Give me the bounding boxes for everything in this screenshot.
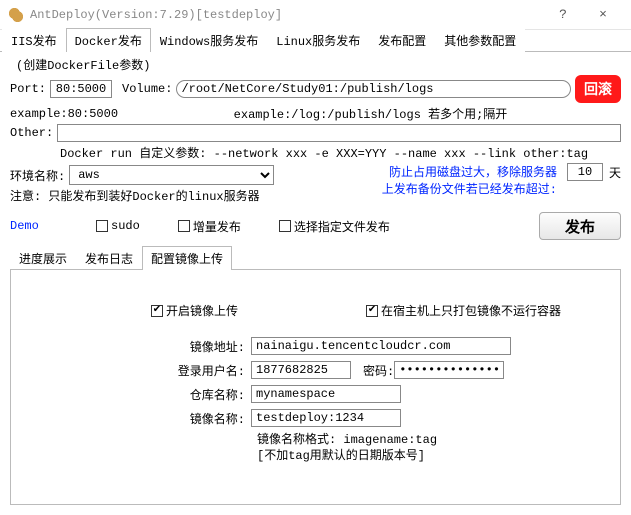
env-note: 注意: 只能发布到装好Docker的linux服务器	[10, 187, 260, 204]
subtab-progress[interactable]: 进度展示	[10, 246, 76, 270]
tab-winservice[interactable]: Windows服务发布	[151, 28, 267, 52]
titlebar: AntDeploy(Version:7.29)[testdeploy] ? ×	[0, 0, 631, 30]
other-hint: Docker run 自定义参数: --network xxx -e XXX=Y…	[60, 144, 588, 161]
repo-input[interactable]	[251, 385, 401, 403]
env-label: 环境名称:	[10, 167, 65, 184]
close-button[interactable]: ×	[583, 7, 623, 22]
sudo-checkbox[interactable]: sudo	[96, 219, 140, 233]
volume-label: Volume:	[122, 82, 172, 96]
checkbox-icon	[178, 220, 190, 232]
mirror-panel: ✔ 开启镜像上传 ✔ 在宿主机上只打包镜像不运行容器 镜像地址: 登录用户名: …	[10, 270, 621, 505]
days-input[interactable]	[567, 163, 603, 181]
incremental-label: 增量发布	[193, 218, 241, 235]
app-icon	[8, 7, 24, 23]
tab-docker[interactable]: Docker发布	[66, 28, 151, 52]
checkbox-checked-icon: ✔	[151, 305, 163, 317]
incremental-checkbox[interactable]: 增量发布	[178, 218, 241, 235]
user-input[interactable]	[251, 361, 351, 379]
repo-label: 仓库名称:	[31, 386, 251, 403]
packonly-checkbox[interactable]: ✔ 在宿主机上只打包镜像不运行容器	[366, 302, 561, 319]
image-hint-1: 镜像名称格式: imagename:tag	[257, 433, 600, 449]
image-hint-2: [不加tag用默认的日期版本号]	[257, 449, 600, 465]
subtab-log[interactable]: 发布日志	[76, 246, 142, 270]
disk-note-1: 防止占用磁盘过大，移除服务器	[382, 163, 557, 180]
subtab-mirror[interactable]: 配置镜像上传	[142, 246, 232, 270]
days-unit: 天	[609, 164, 621, 181]
sub-tabs: 进度展示 发布日志 配置镜像上传	[10, 248, 621, 270]
rollback-button[interactable]: 回滚	[575, 75, 621, 103]
enable-mirror-label: 开启镜像上传	[166, 302, 238, 319]
addr-label: 镜像地址:	[31, 338, 251, 355]
volume-input[interactable]	[176, 80, 571, 98]
publish-button[interactable]: 发布	[539, 212, 621, 240]
tab-otherconfig[interactable]: 其他参数配置	[435, 28, 525, 52]
env-select[interactable]: aws	[69, 165, 274, 185]
port-label: Port:	[10, 82, 46, 96]
sudo-label: sudo	[111, 219, 140, 233]
pw-label: 密码:	[363, 362, 394, 379]
pw-input[interactable]	[394, 361, 504, 379]
tab-iis[interactable]: IIS发布	[2, 28, 66, 52]
selectfiles-label: 选择指定文件发布	[294, 218, 390, 235]
checkbox-checked-icon: ✔	[366, 305, 378, 317]
port-input[interactable]	[50, 80, 112, 98]
volume-example: example:/log:/publish/logs 若多个用;隔开	[174, 105, 567, 122]
enable-mirror-checkbox[interactable]: ✔ 开启镜像上传	[151, 302, 238, 319]
image-input[interactable]	[251, 409, 401, 427]
port-example: example:80:5000	[10, 107, 170, 121]
docker-params: (创建DockerFile参数) Port: Volume: 回滚 exampl…	[0, 52, 631, 244]
other-label: Other:	[10, 126, 53, 140]
dockerfile-heading: (创建DockerFile参数)	[16, 56, 621, 73]
checkbox-icon	[279, 220, 291, 232]
tab-linuxservice[interactable]: Linux服务发布	[267, 28, 369, 52]
user-label: 登录用户名:	[31, 362, 251, 379]
disk-note-2: 上发布备份文件若已经发布超过:	[382, 180, 557, 197]
help-button[interactable]: ?	[543, 7, 583, 22]
checkbox-icon	[96, 220, 108, 232]
selectfiles-checkbox[interactable]: 选择指定文件发布	[279, 218, 390, 235]
tab-publishconfig[interactable]: 发布配置	[369, 28, 435, 52]
main-tabs: IIS发布 Docker发布 Windows服务发布 Linux服务发布 发布配…	[0, 30, 631, 52]
image-label: 镜像名称:	[31, 410, 251, 427]
other-input[interactable]	[57, 124, 621, 142]
packonly-label: 在宿主机上只打包镜像不运行容器	[381, 302, 561, 319]
addr-input[interactable]	[251, 337, 511, 355]
demo-link[interactable]: Demo	[10, 219, 58, 233]
window-title: AntDeploy(Version:7.29)[testdeploy]	[30, 8, 282, 22]
